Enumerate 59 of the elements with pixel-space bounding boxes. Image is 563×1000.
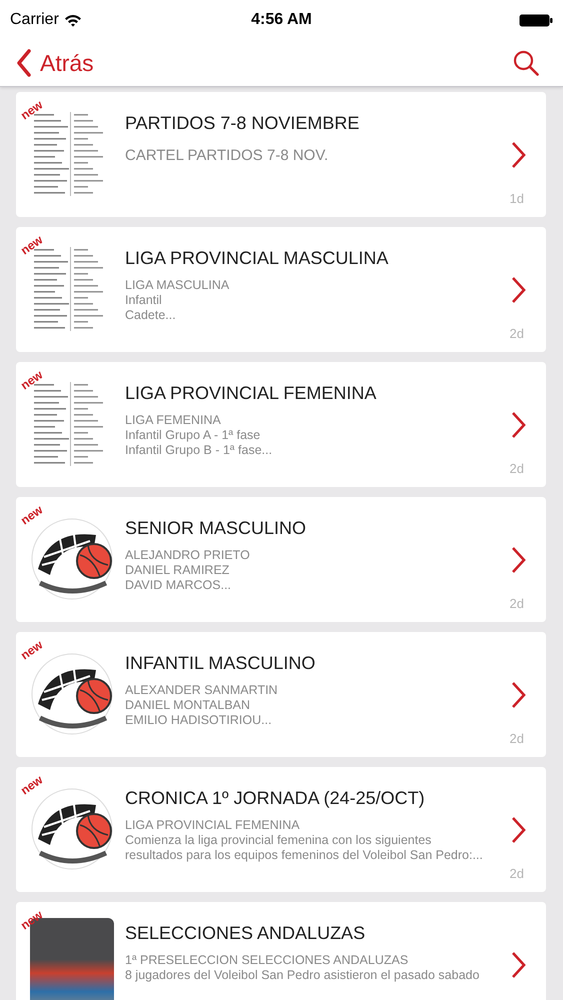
news-card[interactable]: new LIGA PROVINCIAL FEMENINA LIGA FEMENINA Infantil Grupo A - 1ª fase Infantil Grupo B - 1ª fase... 2d — [16, 362, 546, 487]
news-summary-line: CARTEL PARTIDOS 7-8 NOV. — [125, 148, 330, 163]
news-summary-line: 1ª PRESELECCION SELECCIONES ANDALUZAS — [125, 953, 410, 968]
new-label: new — [18, 638, 45, 662]
news-card[interactable]: new INFANTIL MASCULINO ALEXANDER SANMARTIN DANIEL MONTALBAN EMILIO HADISOTIRIOU... 2d — [16, 632, 546, 757]
news-summary-line: DANIEL MONTALBAN — [125, 698, 252, 713]
age-label: 2d — [510, 731, 524, 746]
news-summary-line: Infantil Grupo B - 1ª fase... — [125, 443, 274, 458]
new-label: new — [18, 368, 45, 392]
new-label: new — [18, 98, 45, 122]
news-summary-line: DANIEL RAMIREZ — [125, 563, 230, 578]
news-summary-line: ALEJANDRO PRIETO — [125, 548, 251, 563]
news-summary-line: LIGA PROVINCIAL FEMENINA — [125, 818, 301, 833]
chevron-right-icon — [510, 950, 526, 978]
news-title: SELECCIONES ANDALUZAS — [125, 923, 366, 944]
new-label: new — [18, 773, 45, 797]
battery-icon — [519, 14, 553, 26]
news-title: INFANTIL MASCULINO — [125, 653, 316, 674]
clock-time: 4:56 AM — [251, 11, 312, 29]
new-label: new — [18, 233, 45, 257]
news-card[interactable]: new SELECCIONES ANDALUZAS 1ª PRESELECCION SELECCIONES ANDALUZAS 8 jugadores del Voleibol San Pedro asistieron el pasado sabado — [16, 902, 546, 1000]
news-summary-line: Infantil Grupo A - 1ª fase — [125, 428, 262, 443]
news-summary-line: DAVID MARCOS... — [125, 578, 232, 593]
news-summary-line: Cadete... — [125, 308, 177, 323]
news-summary-line: ALEXANDER SANMARTIN — [125, 683, 279, 698]
news-card[interactable]: new SENIOR MASCULINO ALEJANDRO PRIETO DANIEL RAMIREZ DAVID MARCOS... 2d — [16, 497, 546, 622]
new-label: new — [18, 908, 45, 932]
chevron-right-icon — [510, 276, 526, 304]
search-icon[interactable] — [513, 50, 539, 76]
news-title: SENIOR MASCULINO — [125, 518, 308, 539]
news-summary-line: LIGA FEMENINA — [125, 413, 222, 428]
carrier-label: Carrier — [10, 11, 59, 29]
news-title: CRONICA 1º JORNADA (24-25/OCT) — [125, 788, 426, 809]
age-label: 2d — [510, 461, 524, 476]
age-label: 2d — [510, 596, 524, 611]
news-title: PARTIDOS 7-8 NOVIEMBRE — [125, 113, 360, 134]
news-title: LIGA PROVINCIAL FEMENINA — [125, 383, 378, 404]
age-label: 2d — [510, 326, 524, 341]
chevron-right-icon — [510, 546, 526, 574]
chevron-right-icon — [510, 680, 526, 708]
news-card[interactable]: new LIGA PROVINCIAL MASCULINA LIGA MASCULINA Infantil Cadete... 2d — [16, 227, 546, 352]
chevron-right-icon — [510, 140, 526, 168]
age-label: 2d — [510, 866, 524, 881]
chevron-right-icon — [510, 410, 526, 438]
new-label: new — [18, 503, 45, 527]
wifi-icon — [64, 14, 82, 26]
news-card[interactable]: new CRONICA 1º JORNADA (24-25/OCT) LIGA PROVINCIAL FEMENINA Comienza la liga provincial femenina con los siguientes resultados para los equipos femeninos del Voleibol San Pedro:... 2d — [16, 767, 546, 892]
news-summary-line: LIGA MASCULINA — [125, 278, 230, 293]
news-title: LIGA PROVINCIAL MASCULINA — [125, 248, 390, 269]
age-label: 1d — [510, 191, 524, 206]
news-summary-line: 8 jugadores del Voleibol San Pedro asistieron el pasado sabado — [125, 968, 480, 983]
back-chevron-icon — [16, 49, 32, 77]
news-summary-line: Infantil — [125, 293, 163, 308]
chevron-right-icon — [510, 816, 526, 844]
news-summary-line: EMILIO HADISOTIRIOU... — [125, 713, 273, 728]
news-summary-line: resultados para los equipos femeninos del Voleibol San Pedro:... — [125, 848, 484, 863]
news-card[interactable]: new PARTIDOS 7-8 NOVIEMBRE CARTEL PARTIDOS 7-8 NOV. 1d — [16, 92, 546, 217]
news-summary-line: Comienza la liga provincial femenina con los siguientes — [125, 833, 432, 848]
back-button[interactable]: Atrás — [16, 49, 94, 77]
